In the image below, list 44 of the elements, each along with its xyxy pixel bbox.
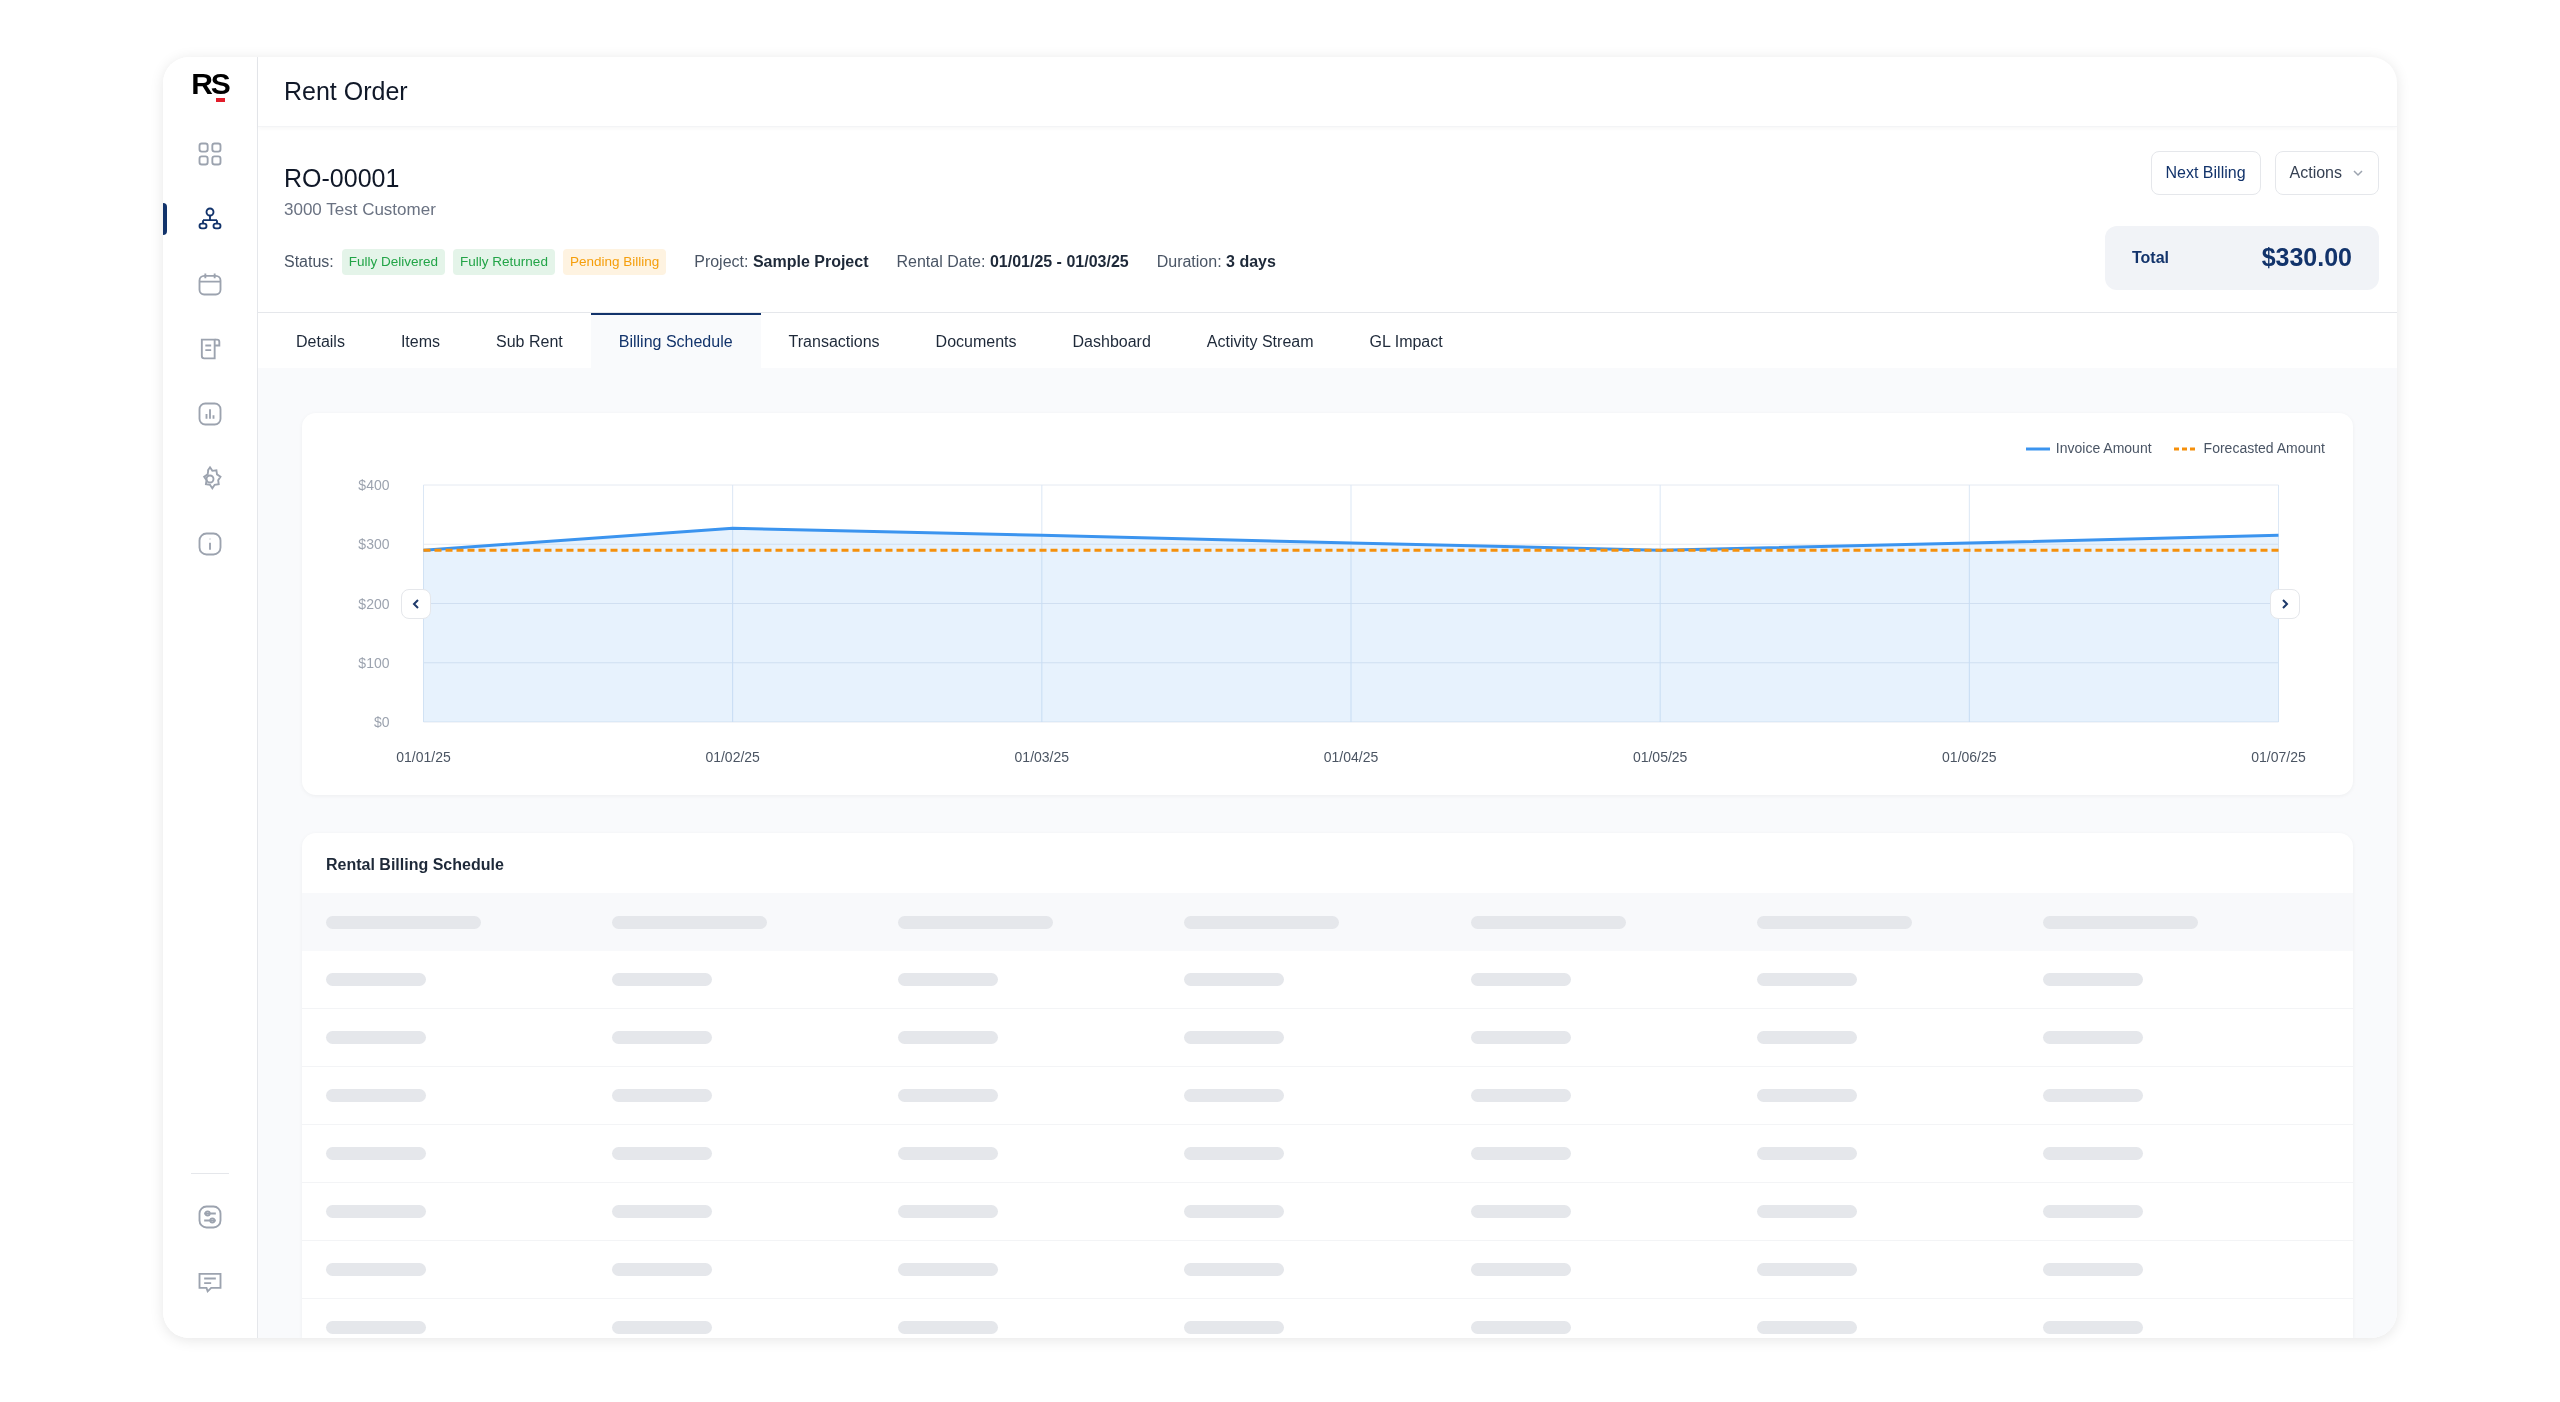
page-title: Rent Order [284,75,408,107]
legend-label: Invoice Amount [2055,439,2152,458]
action-button[interactable]: Next Billing [2150,151,2261,195]
y-axis-label: $200 [358,595,390,612]
y-axis-label: $100 [358,654,390,671]
x-axis-label: 01/07/25 [2251,749,2306,765]
tab[interactable]: Items [372,313,469,368]
status-badge: Fully Delivered [341,248,446,275]
x-axis-label: 01/01/25 [396,749,451,765]
status-badge: Fully Returned [453,248,555,275]
tab[interactable]: Dashboard [1044,313,1179,368]
status-label: Status: [284,251,334,272]
x-axis-label: 01/02/25 [705,749,760,765]
chevron-down-icon [2352,167,2364,179]
order-number: RO-00001 [284,163,401,194]
tab[interactable]: Details [268,313,373,368]
total-amount: $330.00 [2261,242,2352,274]
y-axis-label: $0 [373,714,390,730]
chevron-right-icon [2279,598,2291,610]
x-axis-label: 01/04/25 [1323,749,1379,765]
schedule-title: Rental Billing Schedule [325,855,505,875]
actions-dropdown[interactable]: Actions [2274,151,2379,195]
tab[interactable]: GL Impact [1341,313,1471,368]
meta-field: Project: Sample Project [694,249,869,274]
status-badge: Pending Billing [562,248,667,275]
x-axis-label: 01/06/25 [1942,749,1997,765]
legend-label: Forecasted Amount [2203,439,2325,458]
x-axis-label: 01/05/25 [1632,749,1688,765]
customer-name: 3000 Test Customer [284,199,437,221]
meta-field: Duration: 3 days [1156,249,1276,274]
tab[interactable]: Transactions [760,313,908,368]
total-label: Total [2132,248,2170,268]
chevron-left-icon [410,598,422,610]
y-axis-label: $300 [358,536,390,553]
x-axis-label: 01/03/25 [1014,749,1070,765]
logo[interactable]: RS [191,69,229,99]
tab[interactable]: Sub Rent [468,313,591,368]
previous-button[interactable] [401,589,431,619]
tab[interactable]: Billing Schedule [590,313,761,368]
next-button[interactable] [2270,589,2300,619]
tab[interactable]: Documents [907,313,1045,368]
tab[interactable]: Activity Stream [1178,313,1342,368]
y-axis-label: $400 [358,477,390,493]
meta-field: Rental Date: 01/01/25 - 01/03/25 [896,249,1129,274]
